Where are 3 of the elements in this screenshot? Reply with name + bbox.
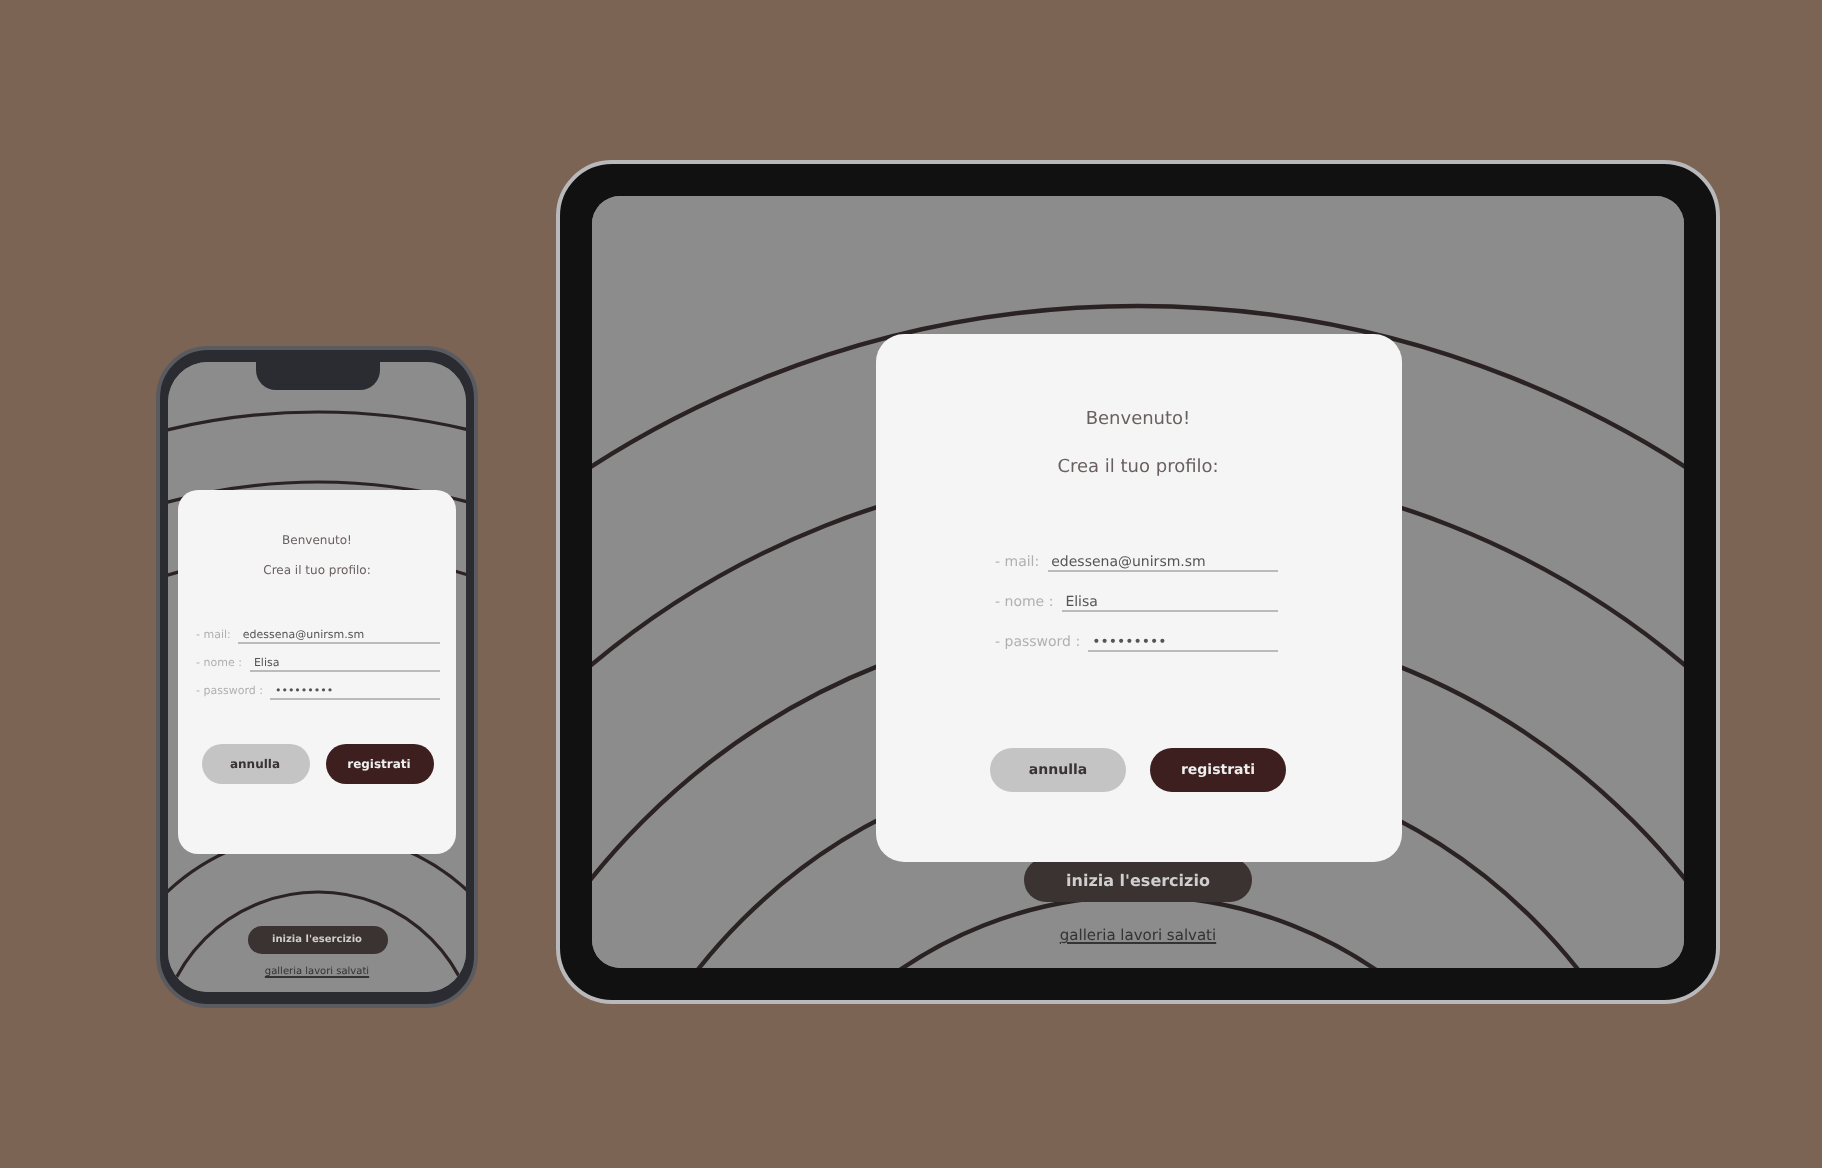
phone-notch [255, 362, 379, 390]
dialog-title: Benvenuto! [1085, 410, 1191, 430]
dialog-subtitle: Crea il tuo profilo: [1057, 458, 1219, 478]
